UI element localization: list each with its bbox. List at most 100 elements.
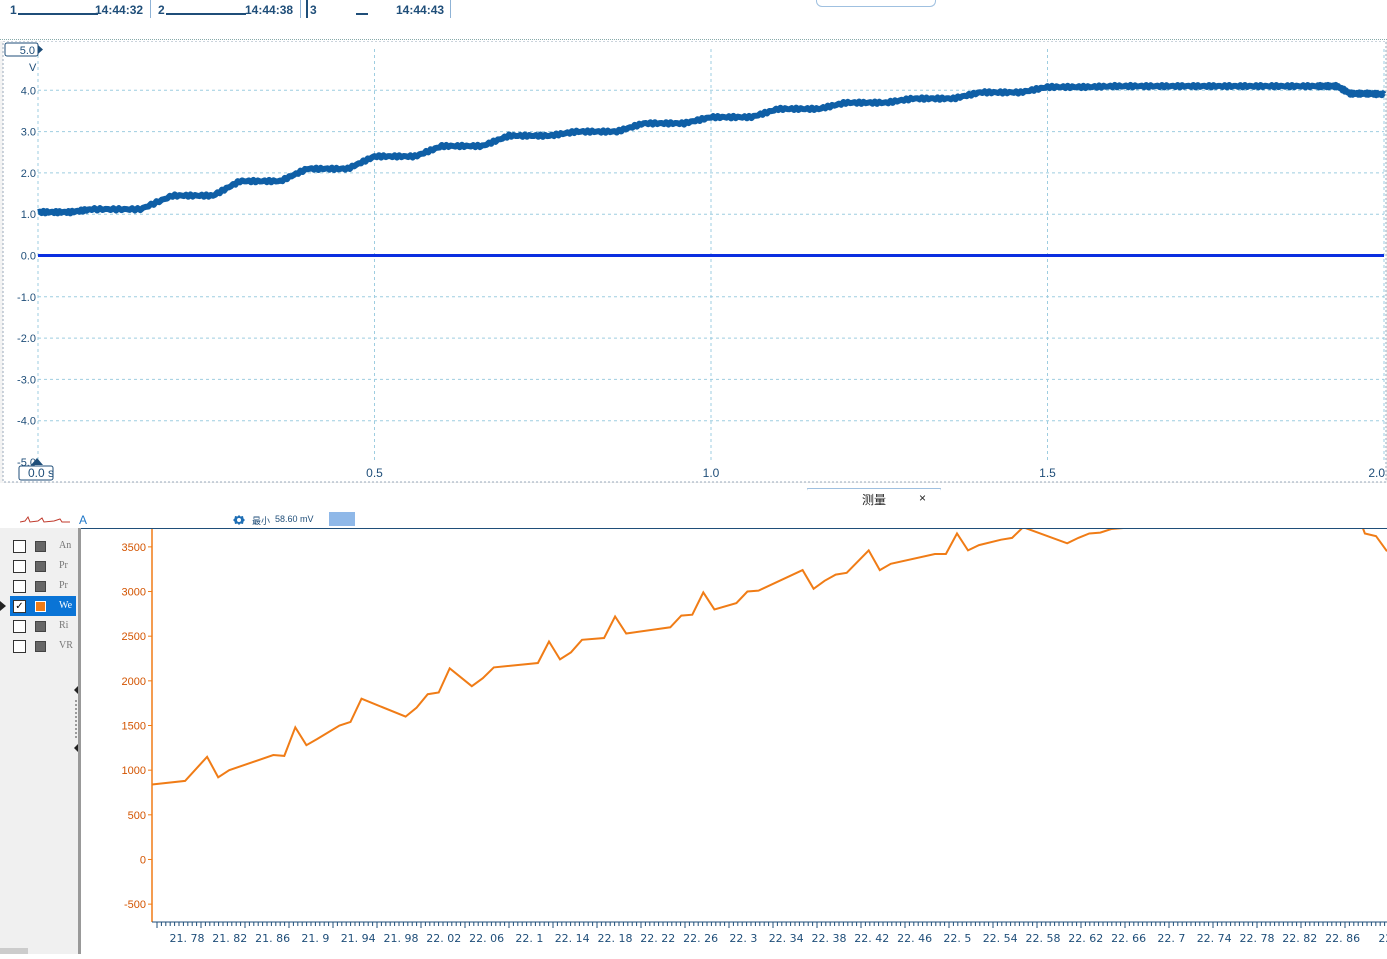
y-tick-label: 3500 xyxy=(122,542,146,554)
buffer-tab-2[interactable]: 2 14:44:38 xyxy=(156,0,301,18)
x-tick-label: 21. 98 xyxy=(384,932,419,945)
channel-row[interactable]: Ri xyxy=(10,616,76,636)
y-tick-label: 1.0 xyxy=(21,209,36,221)
x-tick-label: 22. 02 xyxy=(426,932,461,945)
scope-view[interactable]: 4.0 3.0 2.0 1.0 0.0 -1.0 -2.0 -3.0 -4.0 -5.0 5.0 V 0… xyxy=(0,41,1387,483)
channel-row-selected[interactable]: ✓ We xyxy=(10,596,76,616)
channel-row[interactable]: An xyxy=(10,536,76,556)
gear-icon[interactable] xyxy=(232,514,246,526)
y-tick-label: 500 xyxy=(128,810,146,822)
row-pointer-icon xyxy=(0,601,6,611)
buffer-tab-3[interactable]: 3 14:44:43 xyxy=(306,0,451,18)
measurement-tab-label[interactable]: 测量 xyxy=(862,491,886,508)
x-tick-label: 22. 18 xyxy=(598,932,633,945)
x-tick-label: 22. 06 xyxy=(469,932,504,945)
channel-color-swatch xyxy=(35,541,46,552)
channel-name: VR xyxy=(59,640,73,651)
x-tick-label: 1.0 xyxy=(703,466,720,480)
y-tick-label: 1000 xyxy=(122,765,146,777)
buffer-time: 14:44:43 xyxy=(396,3,445,17)
x-tick-label: 22. 54 xyxy=(983,932,1018,945)
measurement-chart: 3500 3000 2500 2000 1500 1000 500 0 -500 21. 78 21… xyxy=(122,502,1387,945)
x-tick-label: 22. 78 xyxy=(1240,932,1275,945)
x-tick-label: 21. 78 xyxy=(170,932,205,945)
y-tick-label: 2500 xyxy=(122,631,146,643)
top-panel-handle[interactable] xyxy=(816,0,936,7)
scope-chart: 4.03.02.01.00.0-1.0-2.0-3.0-4.0-5.05.0V0… xyxy=(2,41,1387,483)
channel-color-swatch xyxy=(35,601,46,612)
channel-list: An Pr Pr ✓ We Ri VR xyxy=(0,528,81,954)
measurement-series-line xyxy=(151,502,1387,786)
y-tick-label: 0 xyxy=(140,854,146,866)
y-top-label: 5.0 xyxy=(20,45,35,57)
x-tick-label: 22. 34 xyxy=(769,932,804,945)
x-tick-label: 22. 86 xyxy=(1325,932,1360,945)
lower-toolbar: A 最小 58.60 mV xyxy=(0,512,1387,529)
channel-row[interactable]: VR xyxy=(10,636,76,656)
x-tick-label: 1.5 xyxy=(1039,466,1056,480)
channel-checkbox[interactable] xyxy=(13,640,26,653)
channel-name: We xyxy=(59,600,73,611)
buffer-time: 14:44:38 xyxy=(245,3,294,17)
y-tick-label: 3.0 xyxy=(21,127,36,139)
toolbar-tab[interactable] xyxy=(329,512,355,526)
buffer-tab-1[interactable]: 1 14:44:32 xyxy=(8,0,151,18)
y-tick-label: 4.0 xyxy=(21,85,36,97)
channel-color-swatch xyxy=(35,641,46,652)
buffer-thumbnail xyxy=(166,13,246,15)
x-tick-label: 22. 62 xyxy=(1068,932,1103,945)
x-tick-label: 21. 86 xyxy=(255,932,290,945)
x-tick-label: 22. 14 xyxy=(555,932,590,945)
scroll-thumb[interactable] xyxy=(0,948,28,954)
x-tick-label: 22. 5 xyxy=(943,932,971,945)
channel-name: Pr xyxy=(59,560,68,571)
x-tick-label: 22. 7 xyxy=(1157,932,1185,945)
channel-label: A xyxy=(79,513,88,527)
x-tick-label: 22. 82 xyxy=(1282,932,1317,945)
channel-name: Ri xyxy=(59,620,69,631)
y-tick-label: -2.0 xyxy=(17,333,36,345)
channel-name: An xyxy=(59,540,72,551)
x-tick-label: 22. 26 xyxy=(683,932,718,945)
channel-checkbox[interactable] xyxy=(13,560,26,573)
x-tick-label: 0.5 xyxy=(366,466,383,480)
y-tick-label: -4.0 xyxy=(17,416,36,428)
min-label: 最小 xyxy=(252,516,271,526)
channel-checkbox[interactable] xyxy=(13,580,26,593)
channel-row[interactable]: Pr xyxy=(10,576,76,596)
channel-checkbox-checked[interactable]: ✓ xyxy=(13,600,26,613)
buffer-thumbnail xyxy=(356,13,368,15)
x-tick-label: 22. 66 xyxy=(1111,932,1146,945)
measurement-graph[interactable]: 3500 3000 2500 2000 1500 1000 500 0 -500 21. 78 21… xyxy=(82,502,1387,954)
buffer-index: 3 xyxy=(310,3,317,17)
y-tick-label: 3000 xyxy=(122,587,146,599)
x-tick-label: 22. 22 xyxy=(640,932,675,945)
channel-color-swatch xyxy=(35,561,46,572)
waveform-thumbnail-icon xyxy=(20,515,70,523)
channel-row[interactable]: Pr xyxy=(10,556,76,576)
x-tick-label: 21. 9 xyxy=(301,932,329,945)
buffer-strip: 1 14:44:32 2 14:44:38 3 14:44:43 xyxy=(0,0,1387,20)
x-tick-label: 22. 42 xyxy=(854,932,889,945)
x-tick-label: 22. 46 xyxy=(897,932,932,945)
x-tick-label: 22. 74 xyxy=(1197,932,1232,945)
channel-checkbox[interactable] xyxy=(13,620,26,633)
buffer-index: 1 xyxy=(10,3,17,17)
channel-color-swatch xyxy=(35,621,46,632)
x-tick-label: 22 xyxy=(1378,932,1387,945)
y-unit-label: V xyxy=(29,62,37,74)
y-tick-label: -1.0 xyxy=(17,292,36,304)
y-tick-label: -500 xyxy=(124,899,146,911)
buffer-time: 14:44:32 xyxy=(95,3,144,17)
splitter-grip-icon[interactable] xyxy=(72,686,80,756)
close-icon[interactable]: × xyxy=(919,491,926,505)
x-tick-label: 0.0 s xyxy=(28,466,54,480)
buffer-index: 2 xyxy=(158,3,165,17)
channel-checkbox[interactable] xyxy=(13,540,26,553)
buffer-thumbnail xyxy=(18,13,98,15)
x-tick-label: 2.0 xyxy=(1368,466,1385,480)
y-tick-label: 1500 xyxy=(122,721,146,733)
y-tick-label: 0.0 xyxy=(21,251,36,263)
min-value: 58.60 mV xyxy=(275,514,314,524)
x-tick-label: 21. 82 xyxy=(212,932,247,945)
